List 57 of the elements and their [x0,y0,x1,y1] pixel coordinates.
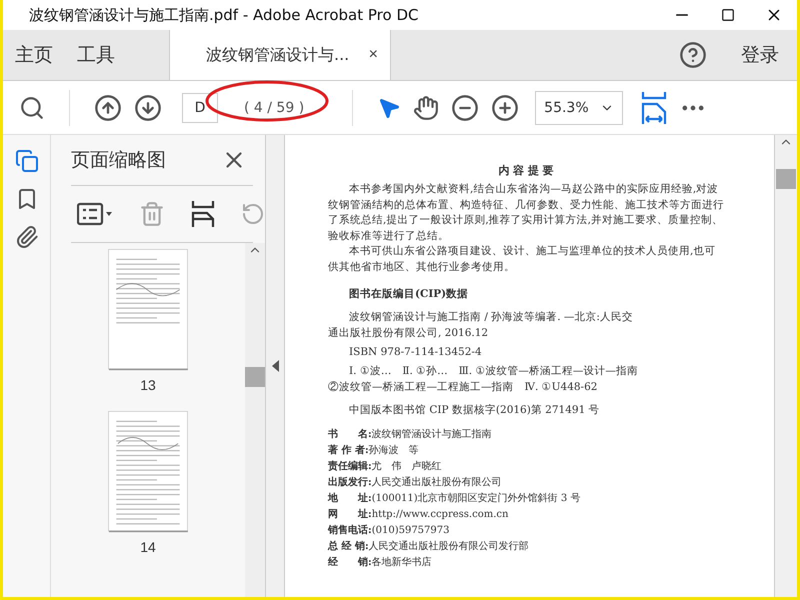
info-label: 经 销: [328,556,372,570]
page-number: 14 [140,539,156,555]
info-value: 人民交通出版社股份有限公司 [372,476,502,490]
menu-tab[interactable]: 工具 [65,30,127,80]
info-label: 责任编辑: [328,460,372,474]
collapse-arrow-icon[interactable] [272,360,278,372]
scrollbar-thumb[interactable] [776,169,796,189]
zoom-out-icon[interactable] [451,94,480,122]
page-number-field[interactable]: D [182,92,218,122]
info-label: 出版发行: [328,476,372,490]
zoom-dropdown[interactable]: 55.3% [535,90,624,124]
arrow-down-circle-icon[interactable] [134,94,162,122]
paragraph: 本书可供山东省公路项目建设、设计、施工与监理单位的技术人员使用,也可供其他省市地区、其他行业参考使用。 [328,244,716,274]
info-value: 孙海波 等 [368,444,419,458]
arrow-up-circle-icon[interactable] [94,94,122,122]
hand-icon[interactable] [413,94,440,120]
menu-tab[interactable]: 主页 [3,30,65,80]
section-heading: 内 容 提 要 [497,163,555,178]
pages-icon[interactable] [14,149,38,173]
cip-entry: ISBN 978-7-114-13452-4 [348,345,483,360]
cip-number: 中国版本图书馆 CIP 数据核字(2016)第 271491 号 [349,403,601,417]
info-label: 书 名: [328,428,372,442]
zoom-in-icon[interactable] [491,94,520,122]
help-icon[interactable] [679,41,707,69]
page-count: ( 4 / 59 ) [244,100,304,116]
fit-width-icon[interactable] [641,90,668,124]
window-title: 波纹钢管涵设计与施工指南.pdf - Adobe Acrobat Pro DC [28,6,420,24]
page-number: 13 [140,377,156,393]
info-label: 网 址: [328,508,372,522]
info-label: 总 经 销: [328,540,369,554]
maximize-icon[interactable] [721,8,735,22]
page-thumbnail[interactable]: 14 [108,411,188,555]
document-tab[interactable]: 波纹钢管涵设计与... × [169,30,391,80]
info-value: 波纹钢管涵设计与施工指南 [372,428,492,442]
info-label: 地 址: [328,492,372,506]
info-value: 人民交通出版社股份有限公司发行部 [368,540,529,554]
info-value: (100011)北京市朝阳区安定门外外馆斜街 3 号 [372,492,580,506]
tab-close-button[interactable]: × [366,46,380,64]
scrollbar-thumb[interactable] [245,367,265,387]
panel-title: 页面缩略图 [71,148,166,173]
info-label: 著 作 者: [328,444,369,458]
sign-in-button[interactable]: 登录 [735,41,785,69]
info-value: http://www.ccpress.com.cn [372,508,508,522]
insert-page-icon[interactable] [191,200,215,228]
search-icon[interactable] [19,94,45,120]
cip-heading: 图书在版编目(CIP)数据 [349,287,470,301]
page-thumbnail[interactable]: 13 [108,249,188,393]
info-label: 销售电话: [328,524,372,538]
document-tab-label: 波纹钢管涵设计与... [206,44,350,66]
paperclip-icon[interactable] [14,225,38,249]
paragraph: 本书参考国内外文献资料,结合山东省洛沟—马赵公路中的实际应用经验,对波纹钢管涵结构的总体布置、构造特征、几何参数、受力性能、施工技术等方面进行了系统总结,提出了一般设计原则,推荐了实用计算方法,并对施工要求、质量控制、验收标准等进行了总结。 [328,182,724,244]
info-value: (010)59757973 [372,524,450,538]
info-value: 各地新华书店 [372,556,432,570]
options-menu-icon[interactable] [77,201,113,227]
cip-entry: 波纹钢管涵设计与施工指南 / 孙海波等编著. —北京:人民交通出版社股份有限公司, 2016.12 [328,310,634,341]
cip-entry: Ⅰ. ①波… Ⅱ. ①孙… Ⅲ. ①波纹管—桥涵工程—设计—指南②波纹管—桥涵工程—工程施工—指南 Ⅳ. ①U448-62 [328,364,638,395]
info-value: 尤 伟 卢晓红 [372,460,442,474]
